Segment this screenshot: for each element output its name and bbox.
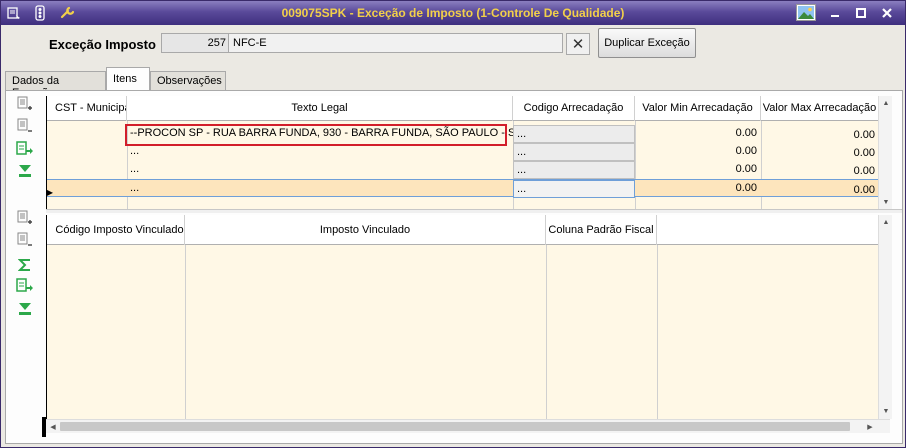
cell-codigo-arrecadacao[interactable]: ... bbox=[513, 125, 635, 143]
cell-texto-legal[interactable]: ... bbox=[127, 180, 513, 198]
cell-codigo-arrecadacao[interactable]: ... bbox=[513, 161, 635, 179]
table-row-selected[interactable]: ... ... 0.00 0.00 bbox=[47, 179, 879, 200]
grid2-horizontal-scrollbar[interactable]: ◀ ▶ bbox=[46, 419, 890, 433]
current-row-arrow-icon: ▶ bbox=[46, 187, 54, 197]
remove-row-icon-2[interactable] bbox=[15, 231, 35, 249]
cell-valor-max[interactable]: 0.00 bbox=[761, 182, 879, 200]
header-form: Exceção Imposto 257 NFC-E ✕ Duplicar Exc… bbox=[6, 28, 903, 64]
maximize-button[interactable] bbox=[851, 4, 871, 21]
column-header-codigo-imposto-vinculado[interactable]: Código Imposto Vinculado bbox=[55, 215, 185, 245]
image-icon[interactable] bbox=[796, 4, 816, 21]
column-header-imposto-vinculado[interactable]: Imposto Vinculado bbox=[185, 215, 546, 245]
add-row-icon[interactable] bbox=[15, 95, 35, 113]
close-button[interactable] bbox=[877, 4, 897, 21]
table-row[interactable]: ... ... 0.00 0.00 bbox=[47, 161, 879, 179]
excecao-code-field[interactable]: 257 bbox=[161, 33, 231, 53]
minimize-button[interactable] bbox=[825, 4, 845, 21]
export-icon-2[interactable] bbox=[15, 277, 35, 295]
column-header-codigo-arrecadacao[interactable]: Codigo Arrecadação bbox=[513, 96, 635, 121]
move-down-icon[interactable] bbox=[15, 162, 35, 180]
remove-row-icon[interactable] bbox=[15, 117, 35, 135]
clear-button[interactable]: ✕ bbox=[566, 33, 590, 55]
grid-edge bbox=[42, 417, 46, 437]
column-header-valor-max[interactable]: Valor Max Arrecadação bbox=[761, 96, 879, 121]
tab-observacoes[interactable]: Observações bbox=[150, 71, 226, 91]
scroll-thumb[interactable] bbox=[60, 422, 850, 431]
close-icon: ✕ bbox=[571, 36, 585, 53]
grid2-vertical-scrollbar[interactable]: ▲ ▼ bbox=[878, 215, 892, 419]
cell-valor-min[interactable]: 0.00 bbox=[635, 143, 761, 161]
window-title: 009075SPK - Exceção de Imposto (1-Contro… bbox=[281, 6, 625, 20]
sum-icon[interactable] bbox=[15, 256, 35, 274]
tab-itens[interactable]: Itens bbox=[106, 67, 150, 91]
cell-codigo-arrecadacao[interactable]: ... bbox=[513, 143, 635, 161]
scroll-up-icon[interactable]: ▲ bbox=[880, 97, 892, 109]
grid-splitter[interactable] bbox=[46, 209, 902, 213]
add-row-icon-2[interactable] bbox=[15, 209, 35, 227]
column-divider bbox=[546, 245, 547, 419]
scroll-right-icon[interactable]: ▶ bbox=[864, 421, 876, 433]
grid1-vertical-scrollbar[interactable]: ▲ ▼ bbox=[878, 96, 892, 209]
cell-valor-min[interactable]: 0.00 bbox=[635, 161, 761, 179]
excecao-name-field[interactable]: NFC-E bbox=[228, 33, 563, 53]
itens-grid-header: CST - Municipal Texto Legal Codigo Arrec… bbox=[47, 96, 879, 121]
cell-valor-min[interactable]: 0.00 bbox=[635, 125, 761, 143]
window: 009075SPK - Exceção de Imposto (1-Contro… bbox=[0, 0, 906, 448]
export-icon[interactable] bbox=[15, 140, 35, 158]
move-down-icon-2[interactable] bbox=[15, 300, 35, 318]
highlight-box bbox=[125, 124, 507, 146]
tab-panel-itens: CST - Municipal Texto Legal Codigo Arrec… bbox=[5, 90, 903, 444]
tab-bar: Dados da Exceção Itens Observações bbox=[5, 67, 903, 99]
cell-texto-legal[interactable]: ... bbox=[127, 161, 513, 179]
impostos-vinculados-grid: Código Imposto Vinculado Imposto Vincula… bbox=[46, 215, 879, 419]
column-divider bbox=[185, 245, 186, 419]
tab-dados-da-excecao[interactable]: Dados da Exceção bbox=[5, 71, 106, 99]
column-header-cst[interactable]: CST - Municipal bbox=[55, 96, 127, 121]
column-divider bbox=[657, 245, 658, 419]
scroll-down-icon[interactable]: ▼ bbox=[880, 196, 892, 208]
title-bar: 009075SPK - Exceção de Imposto (1-Contro… bbox=[1, 1, 905, 25]
cell-codigo-arrecadacao[interactable]: ... bbox=[513, 180, 635, 198]
column-header-texto-legal[interactable]: Texto Legal bbox=[127, 96, 513, 121]
impostos-grid-header: Código Imposto Vinculado Imposto Vincula… bbox=[47, 215, 879, 245]
column-header-valor-min[interactable]: Valor Min Arrecadação bbox=[635, 96, 761, 121]
scroll-up-icon[interactable]: ▲ bbox=[880, 216, 892, 228]
itens-grid: CST - Municipal Texto Legal Codigo Arrec… bbox=[46, 96, 879, 209]
cell-valor-min[interactable]: 0.00 bbox=[635, 180, 761, 198]
scroll-left-icon[interactable]: ◀ bbox=[47, 421, 59, 433]
scroll-down-icon[interactable]: ▼ bbox=[880, 405, 892, 417]
duplicate-button[interactable]: Duplicar Exceção bbox=[598, 28, 696, 58]
column-header-coluna-padrao-fiscal[interactable]: Coluna Padrão Fiscal bbox=[546, 215, 657, 245]
excecao-imposto-label: Exceção Imposto bbox=[49, 37, 156, 52]
grid-toolbar bbox=[6, 91, 42, 443]
